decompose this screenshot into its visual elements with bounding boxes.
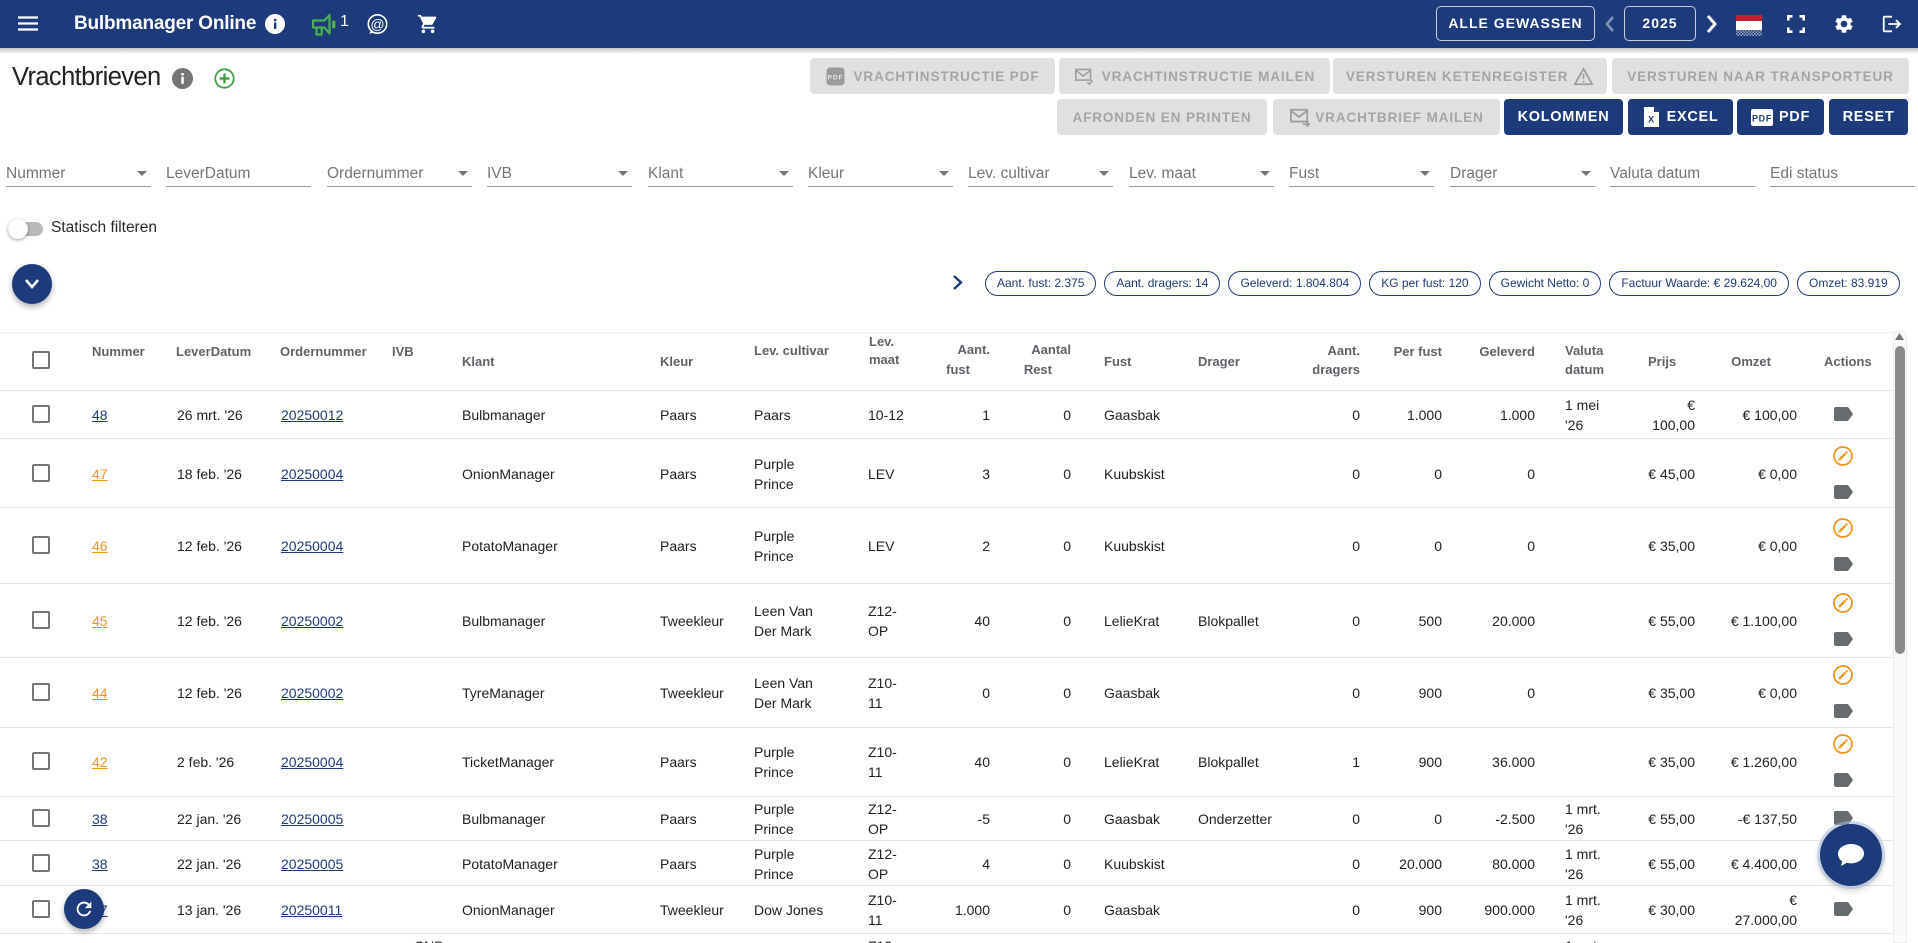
svg-text:X: X xyxy=(1648,115,1655,125)
svg-text:PDF: PDF xyxy=(1752,113,1772,123)
svg-text:PDF: PDF xyxy=(827,74,843,81)
svg-text:@: @ xyxy=(370,16,384,32)
